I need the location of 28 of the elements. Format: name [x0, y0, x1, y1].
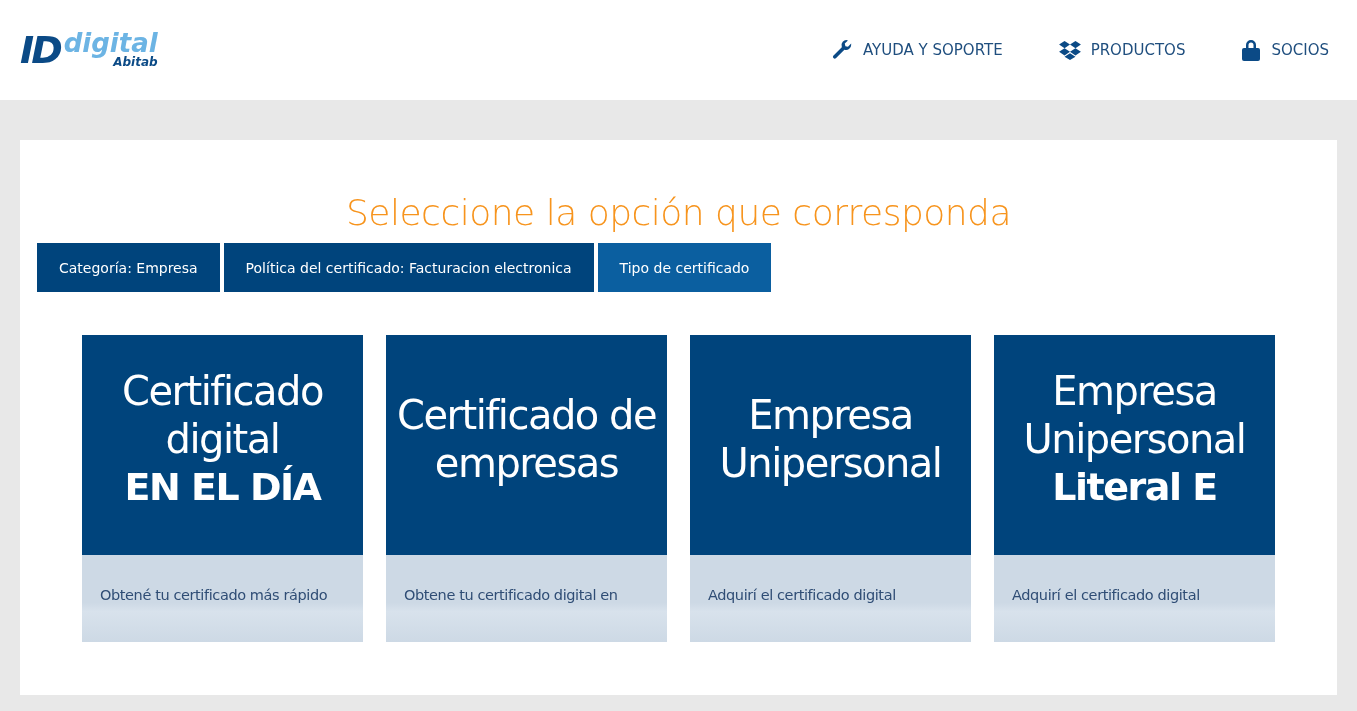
card-description: Obtené tu certificado más rápido — [100, 587, 329, 603]
card-title-line: digital — [165, 415, 280, 463]
card-title-line: Certificado — [122, 367, 323, 415]
breadcrumb-step[interactable]: Política del certificado: Facturacion electronica — [223, 243, 594, 292]
card-description: Obtene tu certificado digital en — [404, 587, 619, 603]
card-title-line: Certificado de — [396, 391, 657, 439]
card-description: Adquirí el certificado digital — [708, 587, 897, 603]
nav-link[interactable]: SOCIOS — [1241, 39, 1329, 61]
card-title-line: empresas — [434, 439, 619, 487]
page-heading: Seleccione la opción que corresponda — [344, 192, 1012, 233]
card-header[interactable]: Certificado de empresas — [386, 335, 667, 555]
box-icon — [1058, 40, 1081, 60]
card-title-line: Unipersonal — [1023, 415, 1246, 463]
card-title-line: Unipersonal — [719, 439, 942, 487]
lock-icon — [1241, 39, 1262, 61]
wrench-icon — [831, 39, 853, 61]
breadcrumb-step[interactable]: Tipo de certificado — [597, 243, 772, 292]
card-title-line: EN EL DÍA — [124, 464, 321, 511]
card-header[interactable]: Certificado digital EN EL DÍA — [82, 335, 363, 555]
card-title-line: Empresa — [1052, 367, 1217, 415]
card-header[interactable]: Empresa Unipersonal Literal E — [994, 335, 1275, 555]
card-description: Adquirí el certificado digital — [1012, 587, 1201, 603]
card-header[interactable]: Empresa Unipersonal — [690, 335, 971, 555]
card-title-line: Literal E — [1052, 464, 1217, 511]
nav-link[interactable]: AYUDA Y SOPORTE — [831, 39, 1003, 61]
breadcrumb-step[interactable]: Categoría: Empresa — [37, 243, 220, 292]
card-title-line: Empresa — [748, 391, 913, 439]
nav-link[interactable]: PRODUCTOS — [1058, 39, 1186, 61]
